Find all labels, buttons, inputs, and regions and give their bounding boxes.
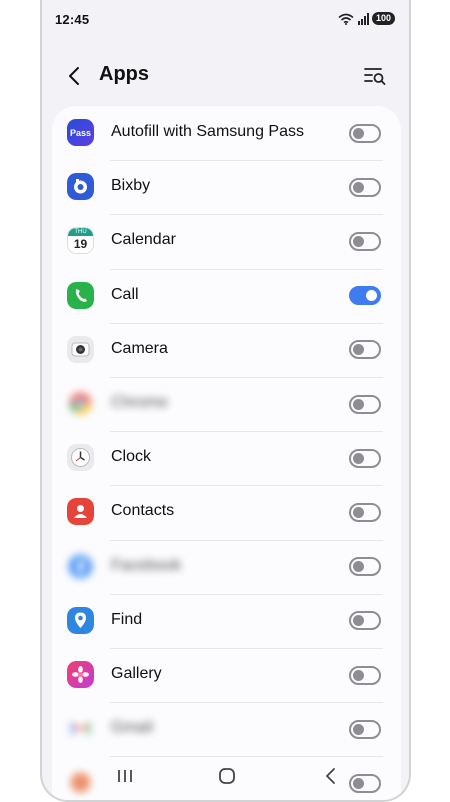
gmail-icon (67, 715, 94, 742)
toggle-knob (353, 344, 364, 356)
app-toggle[interactable] (349, 231, 381, 251)
toggle-knob (353, 181, 364, 193)
row-divider (110, 539, 383, 541)
signal-icon (357, 12, 369, 25)
bixby-icon (67, 173, 94, 201)
status-bar: 12:45 100 (42, 0, 409, 40)
row-divider (110, 485, 383, 487)
status-icons: 100 (338, 12, 395, 25)
calendar-icon: THU 19 (67, 227, 94, 255)
wifi-icon (338, 13, 354, 25)
app-toggle[interactable] (349, 340, 381, 360)
toggle-knob (353, 127, 364, 139)
app-row[interactable]: Gmail (52, 702, 401, 756)
recents-icon[interactable] (114, 766, 136, 786)
contacts-icon (67, 498, 94, 526)
phone-screen: 12:45 100 Apps Pass Autofill with Samsun… (40, 0, 411, 802)
toggle-knob (353, 669, 364, 681)
calendar-weekday: THU (68, 228, 93, 237)
find-icon (67, 606, 94, 634)
home-icon[interactable] (216, 766, 238, 786)
toggle-knob (353, 398, 364, 410)
app-toggle[interactable] (349, 123, 381, 143)
app-label: Clock (111, 448, 152, 466)
row-divider (110, 268, 383, 270)
samsung-pass-icon-text: Pass (67, 119, 94, 146)
search-list-icon[interactable] (363, 65, 387, 87)
app-row[interactable]: THU 19 Calendar (52, 214, 401, 268)
app-label: Autofill with Samsung Pass (111, 123, 304, 140)
back-nav-icon[interactable] (320, 766, 342, 786)
chrome-icon (67, 390, 94, 417)
app-toggle[interactable] (349, 448, 381, 468)
row-divider (110, 702, 383, 704)
app-label: Call (111, 285, 139, 303)
apps-list: Pass Autofill with Samsung Pass Bixby THU 19… (52, 106, 401, 800)
battery-indicator: 100 (371, 12, 395, 25)
calendar-day: 19 (73, 237, 88, 252)
row-divider (110, 322, 383, 324)
app-label: Gallery (111, 665, 162, 682)
app-toggle[interactable] (349, 665, 381, 685)
app-toggle[interactable] (349, 611, 381, 631)
app-row[interactable]: Pass Autofill with Samsung Pass (52, 106, 401, 160)
status-time: 12:45 (55, 12, 90, 27)
app-row[interactable]: Find (52, 593, 401, 648)
toggle-knob (353, 506, 364, 518)
toggle-knob (353, 723, 364, 735)
gallery-icon (67, 661, 94, 688)
row-divider (110, 648, 383, 649)
row-divider (110, 160, 383, 162)
app-label: Camera (111, 339, 168, 357)
app-toggle[interactable] (349, 557, 381, 577)
page-header: Apps (42, 56, 409, 96)
samsung-pass-icon: Pass (67, 119, 94, 146)
facebook-icon (67, 553, 94, 580)
back-icon[interactable] (64, 65, 86, 87)
toggle-knob (353, 561, 364, 573)
app-toggle[interactable] (349, 502, 381, 522)
app-toggle[interactable] (349, 286, 381, 306)
camera-icon (67, 335, 94, 363)
row-divider (110, 431, 383, 433)
row-divider (110, 593, 383, 595)
app-label: Bixby (111, 177, 151, 195)
app-row[interactable]: Chrome (52, 377, 401, 431)
app-row[interactable]: Gallery (52, 648, 401, 702)
app-row[interactable]: Call (52, 268, 401, 323)
toggle-knob (353, 235, 364, 247)
app-label: Facebook (111, 556, 182, 574)
row-divider (110, 214, 383, 216)
clock-icon (67, 444, 94, 472)
app-row[interactable]: Facebook (52, 539, 401, 594)
app-row[interactable]: Contacts (52, 485, 401, 539)
app-label: Find (111, 610, 143, 628)
page-title: Apps (99, 63, 149, 85)
app-row[interactable]: Bixby (52, 160, 401, 214)
app-row[interactable]: Camera (52, 322, 401, 377)
app-label: Contacts (111, 502, 175, 520)
row-divider (110, 377, 383, 378)
toggle-knob (353, 615, 364, 627)
app-label: Chrome (111, 394, 168, 411)
toggle-knob (366, 290, 377, 302)
phone-icon (67, 281, 94, 309)
app-row[interactable]: Clock (52, 431, 401, 485)
app-label: Calendar (111, 231, 176, 249)
app-toggle[interactable] (349, 719, 381, 739)
app-toggle[interactable] (349, 394, 381, 414)
app-toggle[interactable] (349, 177, 381, 197)
navigation-bar (42, 752, 409, 800)
app-label: Gmail (111, 719, 153, 737)
toggle-knob (353, 452, 364, 464)
